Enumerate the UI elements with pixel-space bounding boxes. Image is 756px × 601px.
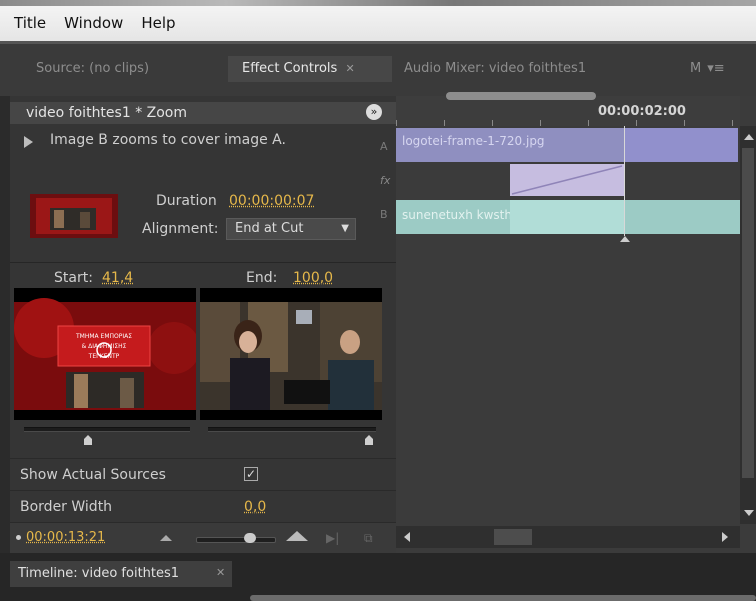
menu-title[interactable]: Title <box>14 14 46 32</box>
effect-controls-footer: 00:00:13:21 ▶| ⧉ <box>10 522 396 554</box>
border-width-row: Border Width 0,0 <box>10 490 396 521</box>
clip-a-name: logotei-frame-1-720.jpg <box>402 134 545 148</box>
play-transition-icon[interactable] <box>24 136 33 148</box>
track-fx-letter: fx <box>380 174 391 187</box>
start-frame-preview: ΤΜΗΜΑ ΕΜΠΟΡΙΑΣ & ΔΙΑΦΗΜΙΣΗΣ ΤΕΙ ΚΕΝΤΡ <box>14 288 200 420</box>
end-slider-track[interactable] <box>208 427 376 432</box>
alignment-value: End at Cut <box>235 221 304 236</box>
show-actual-sources-checkbox[interactable]: ✓ <box>244 467 258 481</box>
ruler-time-label: 00:00:02:00 <box>598 104 686 119</box>
end-slider-handle[interactable] <box>365 435 373 445</box>
show-actual-sources-row: Show Actual Sources ✓ <box>10 458 396 489</box>
panel-tab-bar: Source: (no clips) Effect Controls ✕ Aud… <box>0 44 756 96</box>
cut-marker-icon <box>620 236 630 242</box>
vertical-scrollbar[interactable] <box>740 126 756 524</box>
start-slider-handle[interactable] <box>84 435 92 445</box>
duration-value[interactable]: 00:00:00:07 <box>229 193 314 209</box>
current-time-indicator[interactable] <box>624 126 625 236</box>
start-slider-track[interactable] <box>24 427 190 432</box>
effect-description: Image B zooms to cover image A. <box>50 132 286 148</box>
scroll-left-icon[interactable] <box>404 532 410 542</box>
clip-a[interactable]: logotei-frame-1-720.jpg <box>396 128 624 162</box>
vertical-scroll-thumb[interactable] <box>742 148 754 478</box>
transition-preview-thumbnail[interactable] <box>30 194 118 238</box>
menu-help[interactable]: Help <box>141 14 175 32</box>
tab-effect-controls-label: Effect Controls <box>242 61 338 76</box>
panel-menu-icon[interactable]: ▾≡ <box>707 61 724 76</box>
menu-bar: Title Window Help <box>0 0 756 44</box>
tab-source[interactable]: Source: (no clips) <box>36 56 216 82</box>
clip-a-tail[interactable] <box>624 128 738 162</box>
time-ruler[interactable]: 00:00:02:00 <box>396 92 740 126</box>
zoom-slider-handle[interactable] <box>244 533 256 543</box>
zoom-slider-track[interactable] <box>196 537 276 543</box>
scroll-up-icon[interactable] <box>744 134 754 140</box>
tab-more[interactable]: M ▾≡ <box>690 56 750 82</box>
timeline-scroll-strip <box>250 595 756 601</box>
scroll-down-icon[interactable] <box>744 510 754 516</box>
track-a-letter: A <box>380 140 388 153</box>
timeline-panel: Timeline: video foithtes1 ✕ <box>0 553 756 601</box>
end-value[interactable]: 100,0 <box>293 270 333 286</box>
clip-b-highlight <box>510 200 624 234</box>
zoom-in-icon[interactable] <box>286 531 308 541</box>
border-width-label: Border Width <box>20 499 113 515</box>
effect-header: video foithtes1 * Zoom » <box>10 102 396 124</box>
chevron-down-icon: ▼ <box>341 223 349 234</box>
transition-block[interactable] <box>510 164 624 196</box>
scroll-right-icon[interactable] <box>722 532 728 542</box>
divider <box>10 262 396 264</box>
tab-audio-mixer[interactable]: Audio Mixer: video foithtes1 <box>404 56 664 82</box>
start-label: Start: <box>54 270 93 286</box>
tab-effect-controls[interactable]: Effect Controls ✕ <box>228 56 392 82</box>
window-chrome-strip <box>0 0 756 6</box>
show-timeline-toggle-icon[interactable]: » <box>366 104 382 120</box>
effect-timeline-view: 00:00:02:00 A fx B logotei-frame-1-720.j… <box>380 92 756 553</box>
work-area-bar[interactable] <box>446 92 596 100</box>
thumb-text-1: ΤΜΗΜΑ ΕΜΠΟΡΙΑΣ <box>75 333 132 340</box>
menu-window[interactable]: Window <box>64 14 123 32</box>
track-b-letter: B <box>380 208 388 221</box>
effect-header-title: video foithtes1 * Zoom <box>26 105 187 121</box>
end-label: End: <box>246 270 278 286</box>
horizontal-scroll-thumb[interactable] <box>494 529 532 545</box>
close-icon[interactable]: ✕ <box>216 566 225 579</box>
show-actual-sources-label: Show Actual Sources <box>20 467 166 483</box>
thumb-text-2: & ΔΙΑΦΗΜΙΣΗΣ <box>82 343 127 350</box>
tab-timeline-label: Timeline: video foithtes1 <box>18 566 180 581</box>
zoom-out-icon[interactable] <box>160 535 172 541</box>
effect-controls-panel: video foithtes1 * Zoom » Image B zooms t… <box>10 96 396 554</box>
end-frame-preview <box>200 288 382 420</box>
export-icon[interactable]: ⧉ <box>364 531 373 546</box>
tab-timeline[interactable]: Timeline: video foithtes1 ✕ <box>10 561 232 587</box>
alignment-label: Alignment: <box>142 221 219 237</box>
duration-label: Duration <box>156 193 217 209</box>
border-width-value[interactable]: 0,0 <box>244 499 266 515</box>
start-value[interactable]: 41,4 <box>102 270 133 286</box>
close-icon[interactable]: ✕ <box>345 62 354 75</box>
horizontal-scrollbar[interactable] <box>396 526 740 548</box>
alignment-dropdown[interactable]: End at Cut ▼ <box>226 218 356 240</box>
current-timecode[interactable]: 00:00:13:21 <box>26 530 105 545</box>
record-dot-icon <box>16 535 21 540</box>
play-only-audio-icon[interactable]: ▶| <box>326 531 339 545</box>
ruler-ticks <box>396 120 740 126</box>
